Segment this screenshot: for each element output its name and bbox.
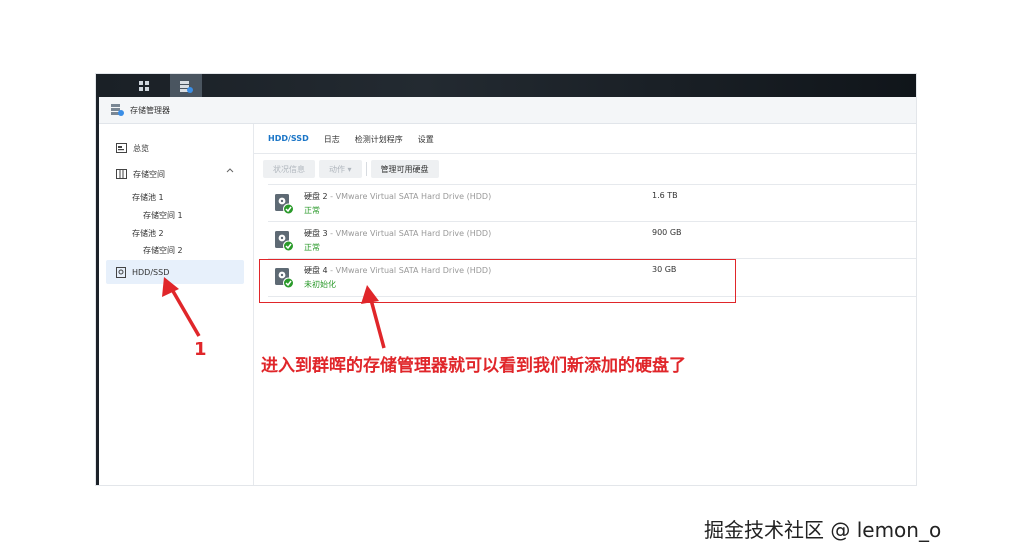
table-row[interactable]: 硬盘 3 - VMware Virtual SATA Hard Drive (H…	[268, 221, 916, 259]
action-dropdown[interactable]: 动作 ▾	[319, 160, 362, 178]
sidebar-item-overview[interactable]: 总览	[106, 136, 244, 160]
tab-log[interactable]: 日志	[324, 134, 340, 150]
disk-label: 硬盘 3	[304, 229, 328, 238]
toolbar-divider	[365, 162, 367, 176]
watermark: 掘金技术社区 @ lemon_o	[704, 518, 942, 542]
manage-available-drives-button[interactable]: 管理可用硬盘	[370, 160, 439, 178]
health-info-button[interactable]: 状况信息	[263, 160, 315, 178]
disk-status: 正常	[304, 243, 320, 252]
hdd-ok-icon	[274, 230, 294, 256]
highlight-box	[259, 259, 736, 303]
storage-manager-task-button[interactable]	[170, 74, 202, 97]
storage-manager-icon	[110, 101, 124, 120]
sidebar-item-storage[interactable]: 存储空间	[106, 162, 244, 186]
storage-manager-icon	[180, 80, 193, 93]
main-panel: HDD/SSD 日志 检测计划程序 设置 状况信息 动作 ▾ 管理可用硬盘 硬盘…	[254, 124, 916, 485]
sidebar-item-label: 存储空间	[133, 169, 165, 179]
disk-model: - VMware Virtual SATA Hard Drive (HDD)	[327, 192, 492, 201]
disk-icon	[116, 266, 126, 278]
sidebar-item-pool-1[interactable]: 存储池 1	[132, 192, 164, 203]
tab-test-scheduler[interactable]: 检测计划程序	[355, 134, 403, 150]
grid-icon	[139, 80, 149, 91]
sidebar-item-pool-2[interactable]: 存储池 2	[132, 228, 164, 239]
toolbar: 状况信息 动作 ▾ 管理可用硬盘	[263, 160, 443, 178]
storage-icon	[116, 169, 127, 179]
disk-model: - VMware Virtual SATA Hard Drive (HDD)	[327, 229, 492, 238]
main-menu-button[interactable]	[128, 74, 160, 97]
tab-hdd-ssd[interactable]: HDD/SSD	[268, 134, 309, 150]
annotation-number: 1	[194, 339, 207, 360]
title-bar: 存储管理器	[99, 97, 916, 124]
sidebar-item-label: 总览	[133, 143, 149, 153]
disk-status: 正常	[304, 206, 320, 215]
disk-label: 硬盘 2	[304, 192, 328, 201]
chevron-up-icon[interactable]	[226, 168, 234, 173]
disk-size: 1.6 TB	[652, 191, 678, 200]
disk-name: 硬盘 3 - VMware Virtual SATA Hard Drive (H…	[304, 228, 491, 239]
taskbar	[96, 74, 916, 97]
hdd-ok-icon	[274, 193, 294, 219]
overview-icon	[116, 143, 127, 153]
disk-name: 硬盘 2 - VMware Virtual SATA Hard Drive (H…	[304, 191, 491, 202]
sidebar-item-volume-2[interactable]: 存储空间 2	[143, 245, 183, 256]
sidebar-item-hdd-ssd[interactable]: HDD/SSD	[106, 260, 244, 284]
sidebar-item-label: HDD/SSD	[132, 267, 170, 277]
sidebar: 总览 存储空间 存储池 1 存储空间 1 存储池 2 存储空间 2 HDD/SS…	[99, 124, 254, 485]
tab-divider	[254, 153, 916, 154]
table-row[interactable]: 硬盘 2 - VMware Virtual SATA Hard Drive (H…	[268, 184, 916, 222]
annotation-text: 进入到群晖的存储管理器就可以看到我们新添加的硬盘了	[261, 356, 686, 376]
sidebar-item-volume-1[interactable]: 存储空间 1	[143, 210, 183, 221]
tab-settings[interactable]: 设置	[418, 134, 434, 150]
tab-bar: HDD/SSD 日志 检测计划程序 设置	[268, 134, 449, 150]
window-title: 存储管理器	[130, 105, 170, 115]
disk-size: 900 GB	[652, 228, 682, 237]
